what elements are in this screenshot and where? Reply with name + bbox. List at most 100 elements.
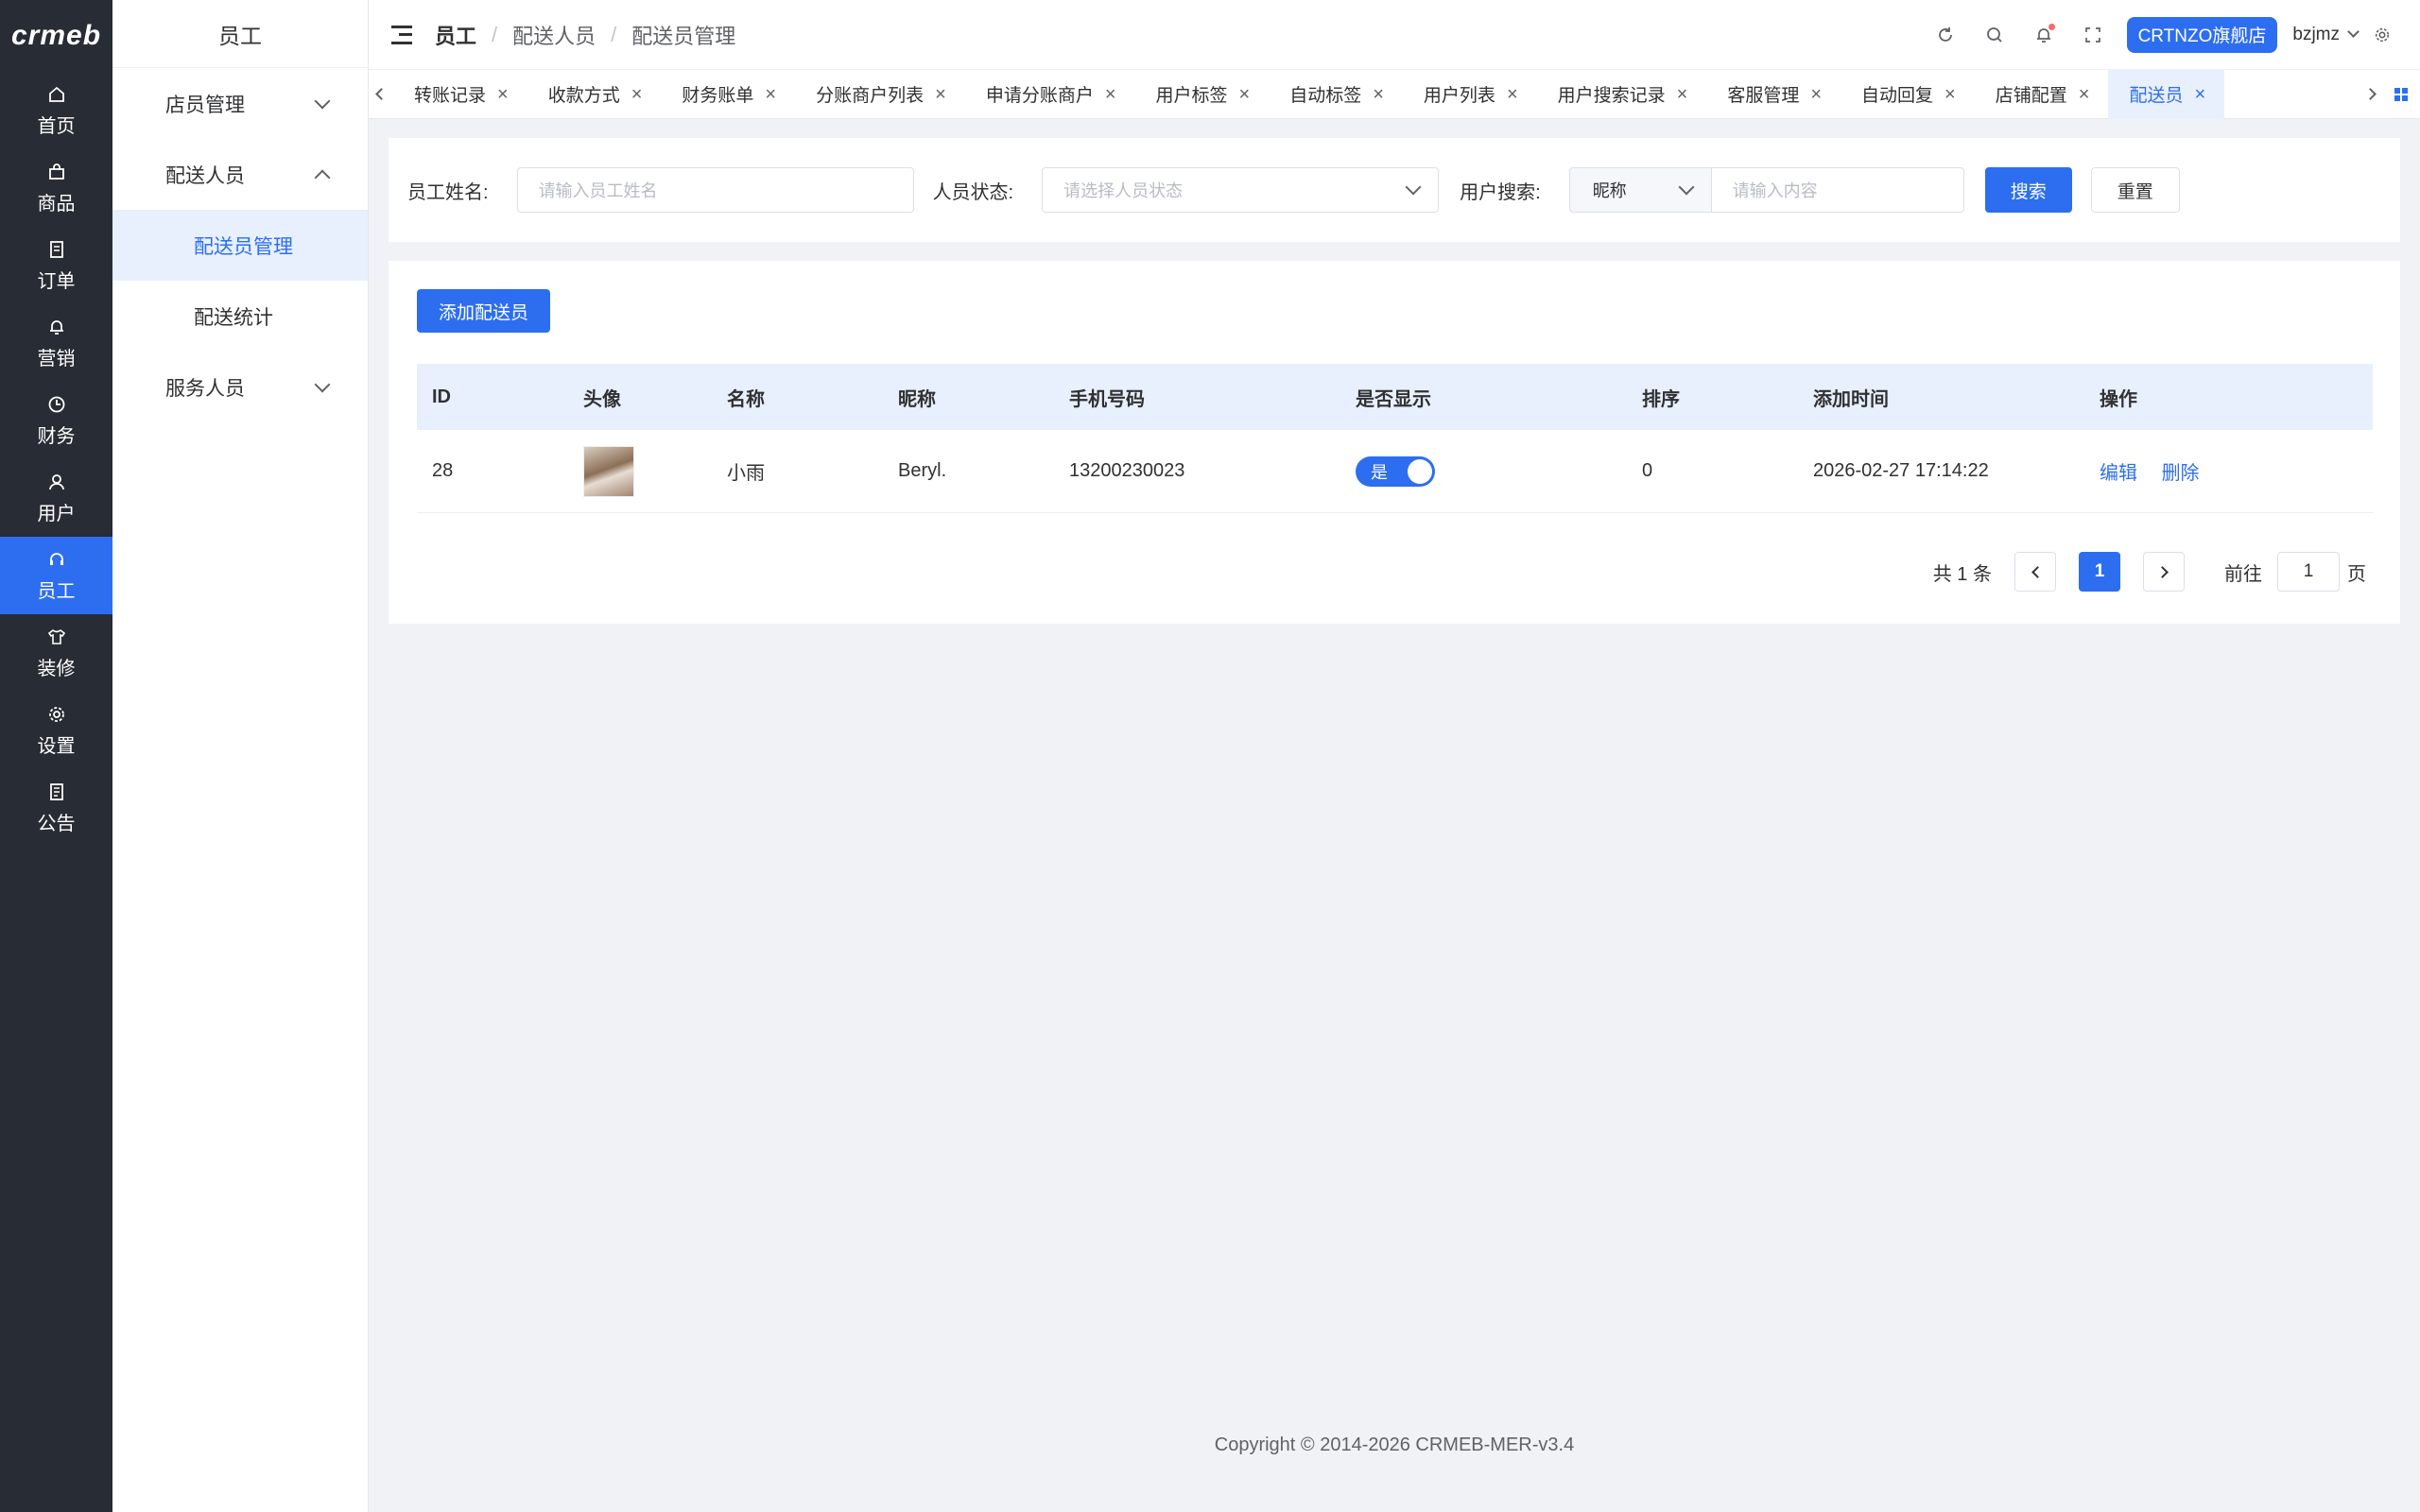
nav-item-notice[interactable]: 公告 [0,769,112,847]
nav-label: 公告 [37,813,76,834]
next-page-button[interactable] [2143,552,2185,592]
tab-customer-service[interactable]: 客服管理 × [1706,70,1841,119]
tab-auto-tags[interactable]: 自动标签 × [1269,70,1403,119]
staff-status-select[interactable]: 请选择人员状态 [1042,167,1440,213]
nav-label: 商品 [37,193,76,215]
close-icon[interactable]: × [1507,85,1518,104]
close-icon[interactable]: × [1373,85,1384,104]
chevron-up-icon [314,169,331,185]
close-icon[interactable]: × [631,85,643,104]
tab-label: 配送员 [2129,86,2184,106]
crmeb-logo[interactable]: crmeb [0,0,112,72]
close-icon[interactable]: × [2194,85,2205,104]
nav-item-marketing[interactable]: 营销 [0,304,112,382]
submenu-group-delivery[interactable]: 配送人员 [112,139,368,210]
tab-split-merchants[interactable]: 分账商户列表 × [795,70,965,119]
tab-label: 转账记录 [414,86,487,106]
goto-page-input[interactable]: 1 [2277,552,2340,592]
nav-item-staff[interactable]: 员工 [0,537,112,614]
close-icon[interactable]: × [1810,85,1822,104]
menu-toggle-icon[interactable] [391,25,412,44]
nav-label: 装修 [37,658,76,679]
nav-label: 用户 [37,503,76,524]
tab-transfer-records[interactable]: 转账记录 × [393,70,527,119]
edit-link[interactable]: 编辑 [2100,463,2137,484]
tab-label: 自动回复 [1861,86,1934,106]
tabs-menu-grid-icon[interactable] [2382,70,2420,119]
show-toggle[interactable]: 是 [1356,455,1435,487]
tabs-scroll-right-icon[interactable] [2358,70,2382,119]
search-button[interactable]: 搜索 [1984,167,2072,213]
close-icon[interactable]: × [1945,85,1956,104]
close-icon[interactable]: × [2079,85,2090,104]
column-header: 操作 [2100,388,2137,410]
search-icon[interactable] [1984,25,2005,45]
fullscreen-icon[interactable] [2083,25,2103,45]
user-search-label: 用户搜索: [1460,181,1541,203]
tab-apply-split-merchant[interactable]: 申请分账商户 × [965,70,1135,119]
tab-label: 财务账单 [682,86,754,106]
avatar[interactable] [583,445,634,497]
user-icon [46,472,67,492]
nav-item-orders[interactable]: 订单 [0,227,112,304]
staff-name-input[interactable]: 请输入员工姓名 [516,167,914,213]
close-icon[interactable]: × [935,85,946,104]
column-header: 手机号码 [1069,388,1145,410]
prev-page-button[interactable] [2014,552,2056,592]
tab-auto-reply[interactable]: 自动回复 × [1841,70,1975,119]
delivery-staff-table: ID 头像 名称 昵称 手机号码 是否显示 排序 添加时间 操作 28 小雨 B… [417,364,2373,513]
settings-gear-icon[interactable] [2372,25,2393,45]
copyright-footer: Copyright © 2014-2026 CRMEB-MER-v3.4 [1214,1435,1575,1455]
tab-label: 自动标签 [1289,86,1362,106]
user-search-input[interactable]: 请输入内容 [1711,167,1964,213]
submenu-item-delivery-manage[interactable]: 配送员管理 [112,210,368,281]
close-icon[interactable]: × [765,85,776,104]
breadcrumb-item[interactable]: 员工 [435,20,476,50]
tabs-scroll-left-icon[interactable] [369,70,393,119]
add-delivery-staff-button[interactable]: 添加配送员 [417,289,551,333]
nav-item-decoration[interactable]: 装修 [0,614,112,692]
tab-payment-methods[interactable]: 收款方式 × [527,70,662,119]
tab-user-search-records[interactable]: 用户搜索记录 × [1537,70,1707,119]
nav-label: 财务 [37,425,76,447]
nav-item-users[interactable]: 用户 [0,459,112,537]
nav-label: 首页 [37,115,76,137]
delete-link[interactable]: 删除 [2162,463,2200,484]
status-filter-label: 人员状态: [932,181,1014,203]
tab-label: 分账商户列表 [816,86,925,106]
refresh-icon[interactable] [1935,25,1956,45]
nav-label: 设置 [37,735,76,757]
nav-item-finance[interactable]: 财务 [0,382,112,459]
page-number-button[interactable]: 1 [2079,552,2120,592]
nav-item-products[interactable]: 商品 [0,149,112,227]
tab-label: 店铺配置 [1995,86,2067,106]
search-type-select[interactable]: 昵称 [1568,167,1712,213]
notification-bell-icon[interactable] [2033,23,2055,45]
tab-delivery-staff[interactable]: 配送员 × [2108,69,2225,119]
clock-icon [46,394,67,415]
submenu-group-service[interactable]: 服务人员 [112,352,368,422]
nav-item-settings[interactable]: 设置 [0,692,112,769]
store-switch-button[interactable]: CRTNZO旗舰店 [2126,16,2278,53]
submenu-group-clerk[interactable]: 店员管理 [112,68,368,139]
tab-finance-bills[interactable]: 财务账单 × [661,70,795,119]
close-icon[interactable]: × [497,85,509,104]
top-header: 员工 / 配送人员 / 配送员管理 CRTNZO旗舰店 bzjmz [369,0,2420,70]
search-type-value: 昵称 [1592,181,1627,200]
close-icon[interactable]: × [1105,85,1116,104]
submenu-item-delivery-stats[interactable]: 配送统计 [112,281,368,352]
tab-user-list[interactable]: 用户列表 × [1403,70,1537,119]
user-menu[interactable]: bzjmz [2292,25,2360,45]
main-nav-rail: crmeb 首页 商品 订单 营销 财务 用户 员工 装修 设置 公告 [0,0,112,1512]
tab-user-tags[interactable]: 用户标签 × [1135,70,1270,119]
tab-store-config[interactable]: 店铺配置 × [1975,70,2109,119]
chevron-down-icon [1678,179,1695,196]
reset-button[interactable]: 重置 [2090,167,2180,213]
breadcrumb-separator: / [492,22,498,46]
nav-item-home[interactable]: 首页 [0,72,112,149]
tab-list: 转账记录 × 收款方式 × 财务账单 × 分账商户列表 × 申请分账商户 × 用户标签 × … [393,69,2358,119]
breadcrumb-item[interactable]: 配送人员 [512,20,596,50]
close-icon[interactable]: × [1677,85,1688,104]
close-icon[interactable]: × [1239,85,1251,104]
cell-show: 是 [1340,455,1627,487]
